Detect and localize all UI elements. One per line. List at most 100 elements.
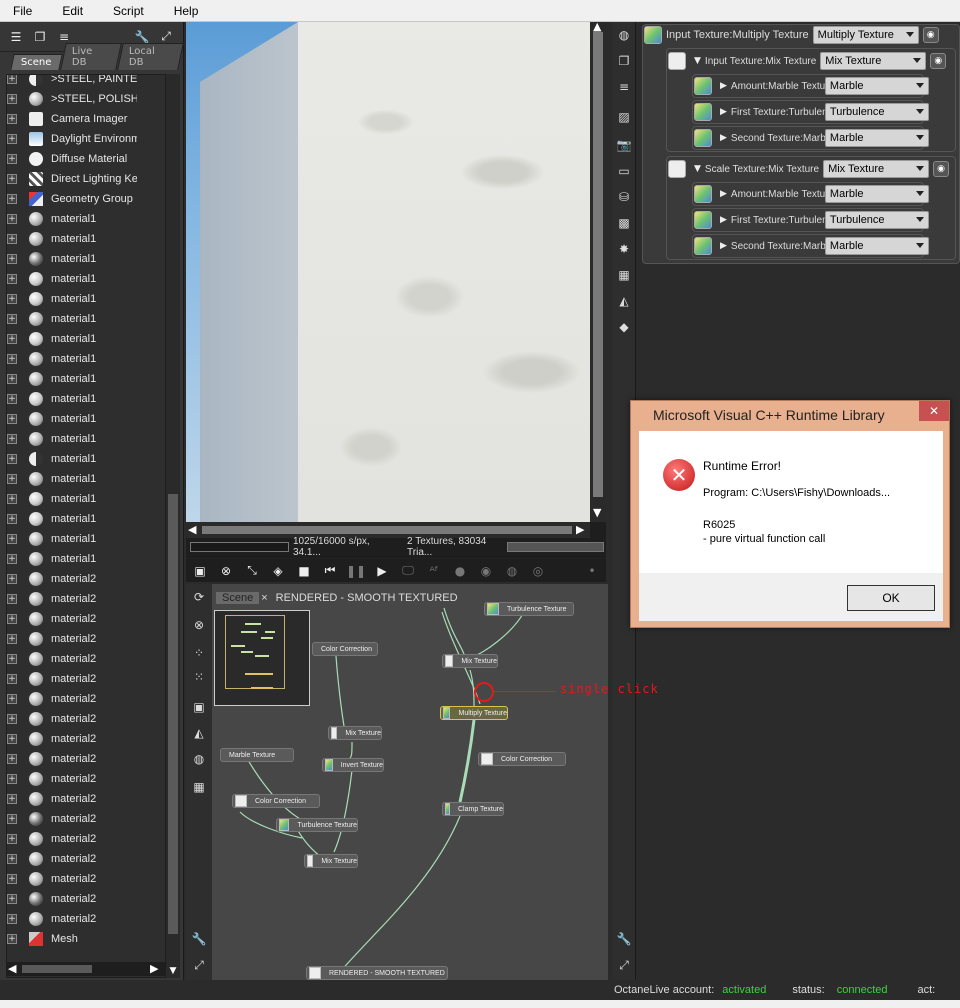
expand-icon[interactable]: + [7, 314, 17, 324]
expand-icon[interactable]: + [7, 234, 17, 244]
monitor-icon[interactable]: 🖵 [400, 563, 416, 579]
expand-icon[interactable]: + [7, 754, 17, 764]
kernel-icon[interactable]: ▦ [616, 268, 632, 284]
geometry-icon[interactable]: ◭ [191, 726, 207, 742]
texture-icon[interactable]: ▩ [616, 216, 632, 232]
scrollbar-thumb[interactable] [168, 494, 178, 934]
list-icon[interactable]: ≡ [616, 80, 632, 96]
tree-item[interactable]: + Mesh [7, 929, 165, 949]
region-icon[interactable]: ⤡ [244, 563, 260, 579]
expand-icon[interactable]: + [7, 154, 17, 164]
expand-icon[interactable]: + [7, 394, 17, 404]
node-invert[interactable]: Invert Texture [322, 758, 384, 772]
kernel-icon[interactable]: ▦ [191, 780, 207, 796]
expand-icon[interactable]: + [7, 594, 17, 604]
expand-icon[interactable]: + [7, 194, 17, 204]
eye-icon[interactable]: ◉ [933, 161, 950, 177]
triangle-down-icon[interactable]: ▼ [694, 56, 701, 66]
expand-icon[interactable]: + [7, 374, 17, 384]
tree-item[interactable]: + material2 [7, 589, 165, 609]
restart-icon[interactable]: ⏮ [322, 563, 338, 579]
tree-item[interactable]: + Camera Imager [7, 109, 165, 129]
tree-item[interactable]: + material2 [7, 769, 165, 789]
tree-item[interactable]: + material1 [7, 429, 165, 449]
image-node-icon[interactable]: ▣ [191, 700, 207, 716]
color-picker-icon[interactable]: ● [452, 563, 468, 579]
triangle-down-icon[interactable]: ▼ [694, 164, 701, 174]
pause-icon[interactable]: ❚❚ [346, 563, 366, 579]
tree-item[interactable]: + >STEEL, POLISHED [7, 89, 165, 109]
node-color-correction-3[interactable]: Color Correction [232, 794, 320, 808]
expand-icon[interactable]: + [7, 454, 17, 464]
wrench-icon[interactable]: 🔧 [191, 932, 207, 948]
wrench-icon[interactable]: 🔧 [616, 932, 632, 948]
tree-item[interactable]: + material2 [7, 789, 165, 809]
mix-texture-dropdown[interactable]: Mix Texture [820, 52, 927, 70]
outliner-horizontal-scrollbar[interactable]: ◀ ▶ [6, 962, 166, 976]
scroll-left-arrow-icon[interactable]: ◀ [8, 962, 16, 975]
autofocus-icon[interactable]: ᴬᶠ [426, 563, 442, 579]
tree-item[interactable]: + material2 [7, 649, 165, 669]
triangle-right-icon[interactable]: ▶ [720, 241, 727, 251]
object-picker-icon[interactable]: ◍ [504, 563, 520, 579]
marble-dropdown[interactable]: Marble [824, 129, 929, 147]
expand-icon[interactable]: + [7, 634, 17, 644]
material-picker-icon[interactable]: ◉ [478, 563, 494, 579]
tree-item[interactable]: + material2 [7, 569, 165, 589]
scroll-down-arrow-icon[interactable]: ▼ [593, 506, 601, 519]
tree-item[interactable]: + material2 [7, 749, 165, 769]
expand-icon[interactable]: + [7, 734, 17, 744]
expand-icon[interactable]: + [7, 274, 17, 284]
tree-item[interactable]: + Direct Lighting Kernel [7, 169, 165, 189]
tree-item[interactable]: + Geometry Group [7, 189, 165, 209]
tree-item[interactable]: + material1 [7, 389, 165, 409]
expand-icon[interactable]: + [7, 534, 17, 544]
tree-item[interactable]: + material2 [7, 709, 165, 729]
expand-icon[interactable]: + [7, 434, 17, 444]
tree-item[interactable]: + material2 [7, 809, 165, 829]
expand-icon[interactable]: + [7, 334, 17, 344]
marble-dropdown[interactable]: Marble [824, 237, 929, 255]
tree-item[interactable]: + material2 [7, 909, 165, 929]
viewport-icon[interactable]: ▣ [192, 563, 208, 579]
tree-item[interactable]: + material1 [7, 449, 165, 469]
eye-icon[interactable]: ◉ [930, 53, 947, 69]
marble-dropdown[interactable]: Marble [824, 77, 929, 95]
expand-icon[interactable]: + [7, 254, 17, 264]
tree-item[interactable]: + material2 [7, 729, 165, 749]
node-marble[interactable]: Marble Texture [220, 748, 294, 762]
node-graph-editor[interactable]: Scene × RENDERED - SMOOTH TEXTURED Turbu… [212, 584, 608, 980]
expand-icon[interactable]: + [7, 114, 17, 124]
tree-item[interactable]: + material1 [7, 369, 165, 389]
node-mix-top[interactable]: Mix Texture [442, 654, 498, 668]
tree-item[interactable]: + material2 [7, 889, 165, 909]
expand-icon[interactable]: + [7, 94, 17, 104]
expand-icon[interactable]: + [7, 794, 17, 804]
close-icon[interactable]: ✕ [919, 401, 949, 421]
expand-icon[interactable]: + [7, 674, 17, 684]
tree-item[interactable]: + Daylight Environment [7, 129, 165, 149]
turbulence-dropdown[interactable]: Turbulence [824, 103, 929, 121]
tree-item[interactable]: + >STEEL, PAINTED [7, 75, 165, 89]
tree-item[interactable]: + material1 [7, 469, 165, 489]
expand-icon[interactable]: + [7, 214, 17, 224]
expand-icon[interactable]: + [7, 75, 17, 84]
scrollbar-thumb[interactable] [22, 965, 92, 973]
tab-scene[interactable]: Scene [10, 54, 63, 70]
eye-icon[interactable]: ◉ [922, 27, 939, 43]
node-clamp[interactable]: Clamp Texture [442, 802, 504, 816]
image-icon[interactable]: ▨ [616, 110, 632, 126]
sphere-icon[interactable]: ◍ [191, 752, 207, 768]
scrollbar-thumb[interactable] [202, 526, 572, 534]
expand-icon[interactable]: + [7, 614, 17, 624]
tab-local-db[interactable]: Local DB [117, 43, 184, 70]
tree-item[interactable]: + material1 [7, 209, 165, 229]
expand-icon[interactable]: + [7, 834, 17, 844]
layers-icon[interactable]: ❐ [616, 54, 632, 70]
tab-graph-scene[interactable]: Scene [216, 592, 260, 604]
node-mix-bottom[interactable]: Mix Texture [304, 854, 358, 868]
play-icon[interactable]: ▶ [374, 563, 390, 579]
color-cube-icon[interactable]: ◈ [270, 563, 286, 579]
node-multiply-texture[interactable]: Multiply Texture [440, 706, 508, 720]
scroll-down-arrow-icon[interactable]: ▼ [168, 966, 178, 976]
